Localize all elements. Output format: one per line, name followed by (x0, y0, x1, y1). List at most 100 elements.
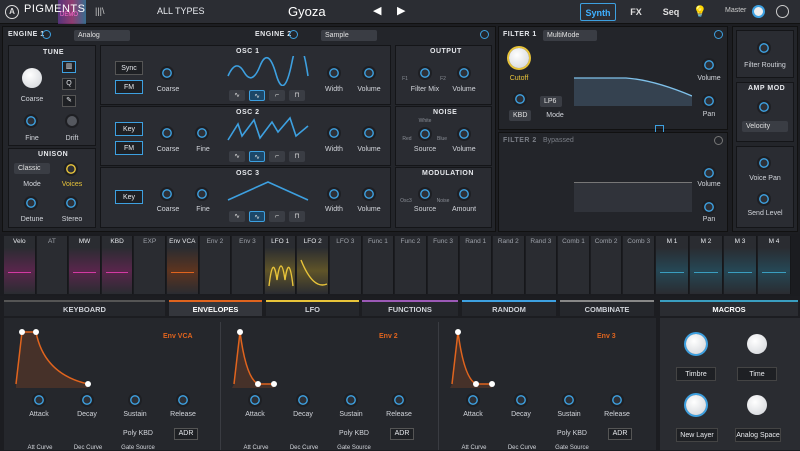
filter1-reso-knob[interactable] (513, 92, 527, 106)
filter1-kbd-select[interactable]: KBD (509, 110, 531, 121)
tab-random[interactable]: RANDOM (462, 300, 556, 316)
osc1-width-knob[interactable] (327, 66, 341, 80)
mod-source-velo[interactable]: Velo (4, 236, 36, 294)
filter-routing-knob[interactable] (757, 41, 771, 55)
mod-source-lfo-3[interactable]: LFO 3 (330, 236, 362, 294)
timbre-macro-knob[interactable] (686, 334, 706, 354)
output-volume-knob[interactable] (457, 66, 471, 80)
fine-knob[interactable] (24, 114, 38, 128)
voices-knob[interactable] (64, 162, 78, 176)
mod-source-func-3[interactable]: Func 3 (427, 236, 460, 294)
time-macro-knob[interactable] (747, 334, 767, 354)
send-level-knob[interactable] (757, 192, 771, 206)
envelope-mode-button[interactable]: ADR (390, 428, 414, 440)
mod-source-env-vca[interactable]: Env VCA (167, 236, 199, 294)
mod-source-lfo-2[interactable]: LFO 2 (297, 236, 329, 294)
osc1-wave-sine[interactable]: ∿ (229, 90, 245, 101)
mod-source-rand-2[interactable]: Rand 2 (493, 236, 525, 294)
envelope-trigger-select[interactable]: Poly KBD (332, 430, 376, 437)
time-macro-label[interactable]: Time (737, 367, 777, 381)
tab-functions[interactable]: FUNCTIONS (362, 300, 458, 316)
filter1-title[interactable]: FILTER 1 (503, 31, 537, 38)
envelope-attack-knob[interactable] (248, 393, 262, 407)
arturia-logo[interactable]: A (5, 5, 19, 19)
mod-source-comb-1[interactable]: Comb 1 (558, 236, 590, 294)
envelope-decay-knob[interactable] (514, 393, 528, 407)
osc3-fine-knob[interactable] (195, 187, 209, 201)
mod-source-env-3[interactable]: Env 3 (232, 236, 264, 294)
osc1-fm-button[interactable]: FM (115, 80, 143, 94)
filter1-pan-knob[interactable] (702, 94, 716, 108)
osc3-width-knob[interactable] (327, 187, 341, 201)
user-icon[interactable] (776, 5, 789, 18)
mod-source-at[interactable]: AT (36, 236, 69, 294)
mod-source-func-2[interactable]: Func 2 (395, 236, 427, 294)
envelope-sustain-knob[interactable] (344, 393, 358, 407)
osc2-key-button[interactable]: Key (115, 122, 143, 136)
coarse-knob[interactable] (22, 68, 42, 88)
noise-source-knob[interactable] (418, 127, 432, 141)
engine2-power-icon[interactable] (289, 30, 298, 39)
analog-space-macro-label[interactable]: Analog Space (735, 428, 781, 442)
noise-volume-knob[interactable] (457, 127, 471, 141)
mod-source-env-2[interactable]: Env 2 (199, 236, 232, 294)
tab-macros[interactable]: MACROS (660, 300, 798, 316)
osc3-wave-tri[interactable]: ∿ (249, 211, 265, 222)
previous-preset-button[interactable]: ◀ (373, 4, 381, 17)
mod-source-rand-3[interactable]: Rand 3 (525, 236, 558, 294)
mod-source-m-1[interactable]: M 1 (656, 236, 689, 294)
mod-source-func-1[interactable]: Func 1 (362, 236, 395, 294)
preset-type-filter[interactable]: ALL TYPES (157, 6, 205, 16)
mod-source-exp[interactable]: EXP (134, 236, 166, 294)
analog-space-macro-knob[interactable] (747, 395, 767, 415)
osc3-wave-sine[interactable]: ∿ (229, 211, 245, 222)
osc1-volume-knob[interactable] (362, 66, 376, 80)
mod-source-m-2[interactable]: M 2 (690, 236, 723, 294)
osc3-wave-square[interactable]: ⊓ (289, 211, 305, 222)
lightbulb-icon[interactable]: 💡 (693, 5, 707, 18)
envelope-graph[interactable] (12, 328, 92, 388)
envelope-decay-knob[interactable] (80, 393, 94, 407)
mod-source-rand-1[interactable]: Rand 1 (460, 236, 492, 294)
mod-source-kbd[interactable]: KBD (101, 236, 134, 294)
osc1-wave-saw[interactable]: ⌐ (269, 90, 285, 101)
osc2-fm-button[interactable]: FM (115, 141, 143, 155)
osc1-wave-square[interactable]: ⊓ (289, 90, 305, 101)
osc2-fine-knob[interactable] (195, 126, 209, 140)
osc3-key-button[interactable]: Key (115, 190, 143, 204)
preset-name[interactable]: Gyoza (288, 4, 326, 19)
cutoff-knob[interactable] (509, 48, 529, 68)
filter1-type-select[interactable]: MultiMode (543, 30, 597, 41)
osc2-width-knob[interactable] (327, 126, 341, 140)
next-preset-button[interactable]: ▶ (397, 4, 405, 17)
envelope-attack-knob[interactable] (32, 393, 46, 407)
envelope-decay-knob[interactable] (296, 393, 310, 407)
filter-mix-knob[interactable] (418, 66, 432, 80)
mod-source-m-4[interactable]: M 4 (758, 236, 791, 294)
envelope-release-knob[interactable] (392, 393, 406, 407)
tab-lfo[interactable]: LFO (266, 300, 359, 316)
engine1-type-select[interactable]: Analog (74, 30, 130, 41)
mod-source-comb-2[interactable]: Comb 2 (590, 236, 623, 294)
envelope-graph[interactable] (228, 328, 298, 388)
detune-knob[interactable] (24, 196, 38, 210)
stereo-knob[interactable] (64, 196, 78, 210)
envelope-sustain-knob[interactable] (562, 393, 576, 407)
mod-source-m-3[interactable]: M 3 (724, 236, 757, 294)
filter2-volume-knob[interactable] (702, 166, 716, 180)
tab-synth[interactable]: Synth (580, 3, 616, 21)
envelope-release-knob[interactable] (610, 393, 624, 407)
tab-fx[interactable]: FX (626, 3, 646, 21)
envelope-trigger-select[interactable]: Poly KBD (550, 430, 594, 437)
library-icon[interactable]: |||\ (95, 6, 105, 16)
osc2-wave-saw[interactable]: ⌐ (269, 151, 285, 162)
osc2-wave-tri[interactable]: ∿ (249, 151, 265, 162)
osc3-wave-saw[interactable]: ⌐ (269, 211, 285, 222)
osc2-wave-sine[interactable]: ∿ (229, 151, 245, 162)
osc1-sync-button[interactable]: Sync (115, 61, 143, 75)
tune-mode-button-edit[interactable]: ✎ (62, 95, 76, 107)
filter1-mode-select[interactable]: LP6 (540, 96, 562, 107)
engine1-power-icon[interactable] (42, 30, 51, 39)
envelope-mode-button[interactable]: ADR (608, 428, 632, 440)
filter2-pan-knob[interactable] (702, 200, 716, 214)
